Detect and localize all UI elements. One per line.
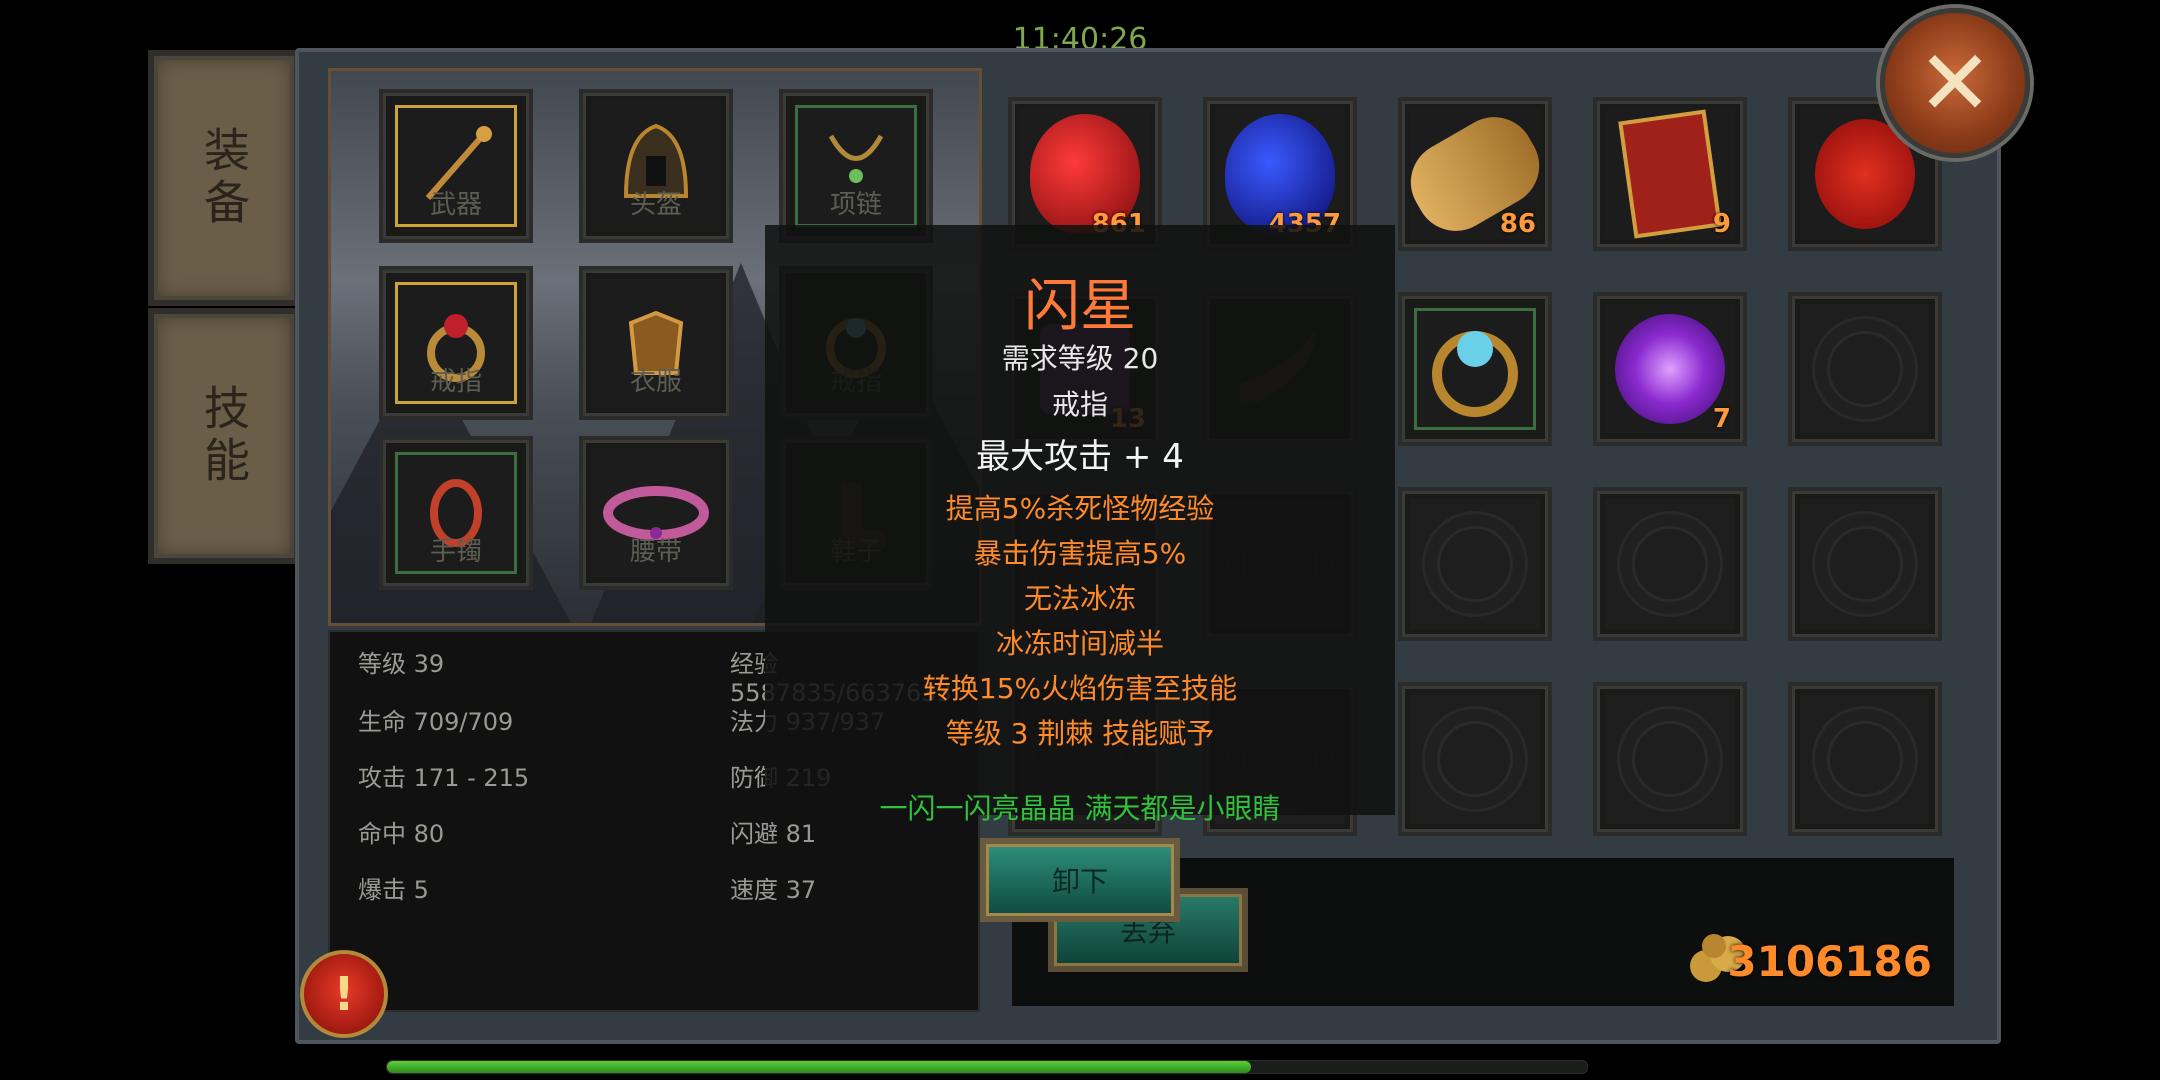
stat-speed: 速度 37 (730, 876, 817, 904)
item-count: 7 (1712, 404, 1731, 434)
equip-slot-bracelet[interactable]: 手镯 (379, 436, 533, 590)
ring-icon (1432, 331, 1518, 417)
stat-crit: 爆击 5 (358, 876, 429, 904)
equip-slot-armor[interactable]: 衣服 (579, 266, 733, 420)
stat-level: 等级 39 (358, 650, 445, 678)
close-button[interactable]: ✕ (1880, 8, 2030, 158)
item-affix: 转换15%火焰伤害至技能 (922, 672, 1238, 705)
progress-fill (387, 1061, 1251, 1073)
stat-hp: 生命 709/709 (358, 708, 514, 736)
item-tooltip: 闪星 需求等级 20 戒指 最大攻击 + 4 提高5%杀死怪物经验 暴击伤害提高… (765, 225, 1395, 825)
inventory-slot-empty[interactable] (1593, 487, 1747, 641)
item-requirement: 需求等级 20 (1001, 342, 1159, 375)
alert-button[interactable]: ! (300, 950, 388, 1038)
inventory-slot-empty[interactable] (1788, 682, 1942, 836)
equip-slot-belt[interactable]: 腰带 (579, 436, 733, 590)
slot-label-weapon: 武器 (429, 190, 482, 220)
slot-label-ring-left: 戒指 (429, 367, 482, 397)
equip-slot-ring-left[interactable]: 戒指 (379, 266, 533, 420)
slot-label-bracelet: 手镯 (429, 537, 482, 567)
item-name: 闪星 (1024, 274, 1136, 339)
slot-label-armor: 衣服 (629, 367, 682, 397)
item-affix: 提高5%杀死怪物经验 (945, 492, 1215, 525)
item-affix: 冰冻时间减半 (995, 627, 1164, 660)
stat-attack: 攻击 171 - 215 (358, 764, 530, 792)
item-affix: 暴击伤害提高5% (973, 537, 1187, 570)
slot-label-necklace: 项链 (829, 190, 882, 220)
tab-equipment-label: 装备 (197, 126, 251, 230)
inventory-slot-empty[interactable] (1593, 682, 1747, 836)
inventory-slot-empty[interactable] (1398, 487, 1552, 641)
close-icon: ✕ (1917, 30, 1993, 136)
item-flavor-text: 一闪一闪亮晶晶 满天都是小眼睛 (879, 792, 1281, 825)
inventory-slot-orb[interactable]: 7 (1593, 292, 1747, 446)
tab-equipment[interactable]: 装备 (148, 50, 300, 306)
inventory-slot-empty[interactable] (1788, 292, 1942, 446)
inventory-slot-ring[interactable] (1398, 292, 1552, 446)
lantern-icon (1815, 119, 1915, 229)
stat-hit: 命中 80 (358, 820, 445, 848)
equip-slot-helmet[interactable]: 头盔 (579, 89, 733, 243)
inventory-slot-empty[interactable] (1398, 682, 1552, 836)
inventory-slot-empty[interactable] (1788, 487, 1942, 641)
item-main-stat: 最大攻击 + 4 (976, 437, 1184, 477)
item-type: 戒指 (1051, 388, 1108, 421)
inventory-slot-scroll[interactable]: 86 (1396, 97, 1554, 251)
progress-bar (386, 1060, 1588, 1074)
token-icon (1618, 109, 1722, 239)
exclamation-icon: ! (333, 967, 355, 1021)
gold-amount: 3106186 (1727, 937, 1932, 986)
equip-slot-necklace[interactable]: 项链 (779, 89, 933, 243)
item-affix: 无法冰冻 (1023, 582, 1136, 615)
tab-skills-label: 技能 (197, 384, 251, 488)
slot-label-helmet: 头盔 (629, 190, 682, 220)
unequip-button-label: 卸下 (1051, 865, 1108, 898)
item-count: 9 (1712, 209, 1731, 239)
slot-label-belt: 腰带 (629, 537, 682, 567)
item-count: 86 (1499, 209, 1536, 239)
item-affix: 等级 3 荆棘 技能赋予 (945, 717, 1215, 750)
inventory-slot-token[interactable]: 9 (1593, 97, 1747, 251)
purple-orb-icon (1615, 314, 1725, 424)
tab-skills[interactable]: 技能 (148, 308, 300, 564)
unequip-button[interactable]: 卸下 (980, 838, 1180, 922)
equip-slot-weapon[interactable]: 武器 (379, 89, 533, 243)
